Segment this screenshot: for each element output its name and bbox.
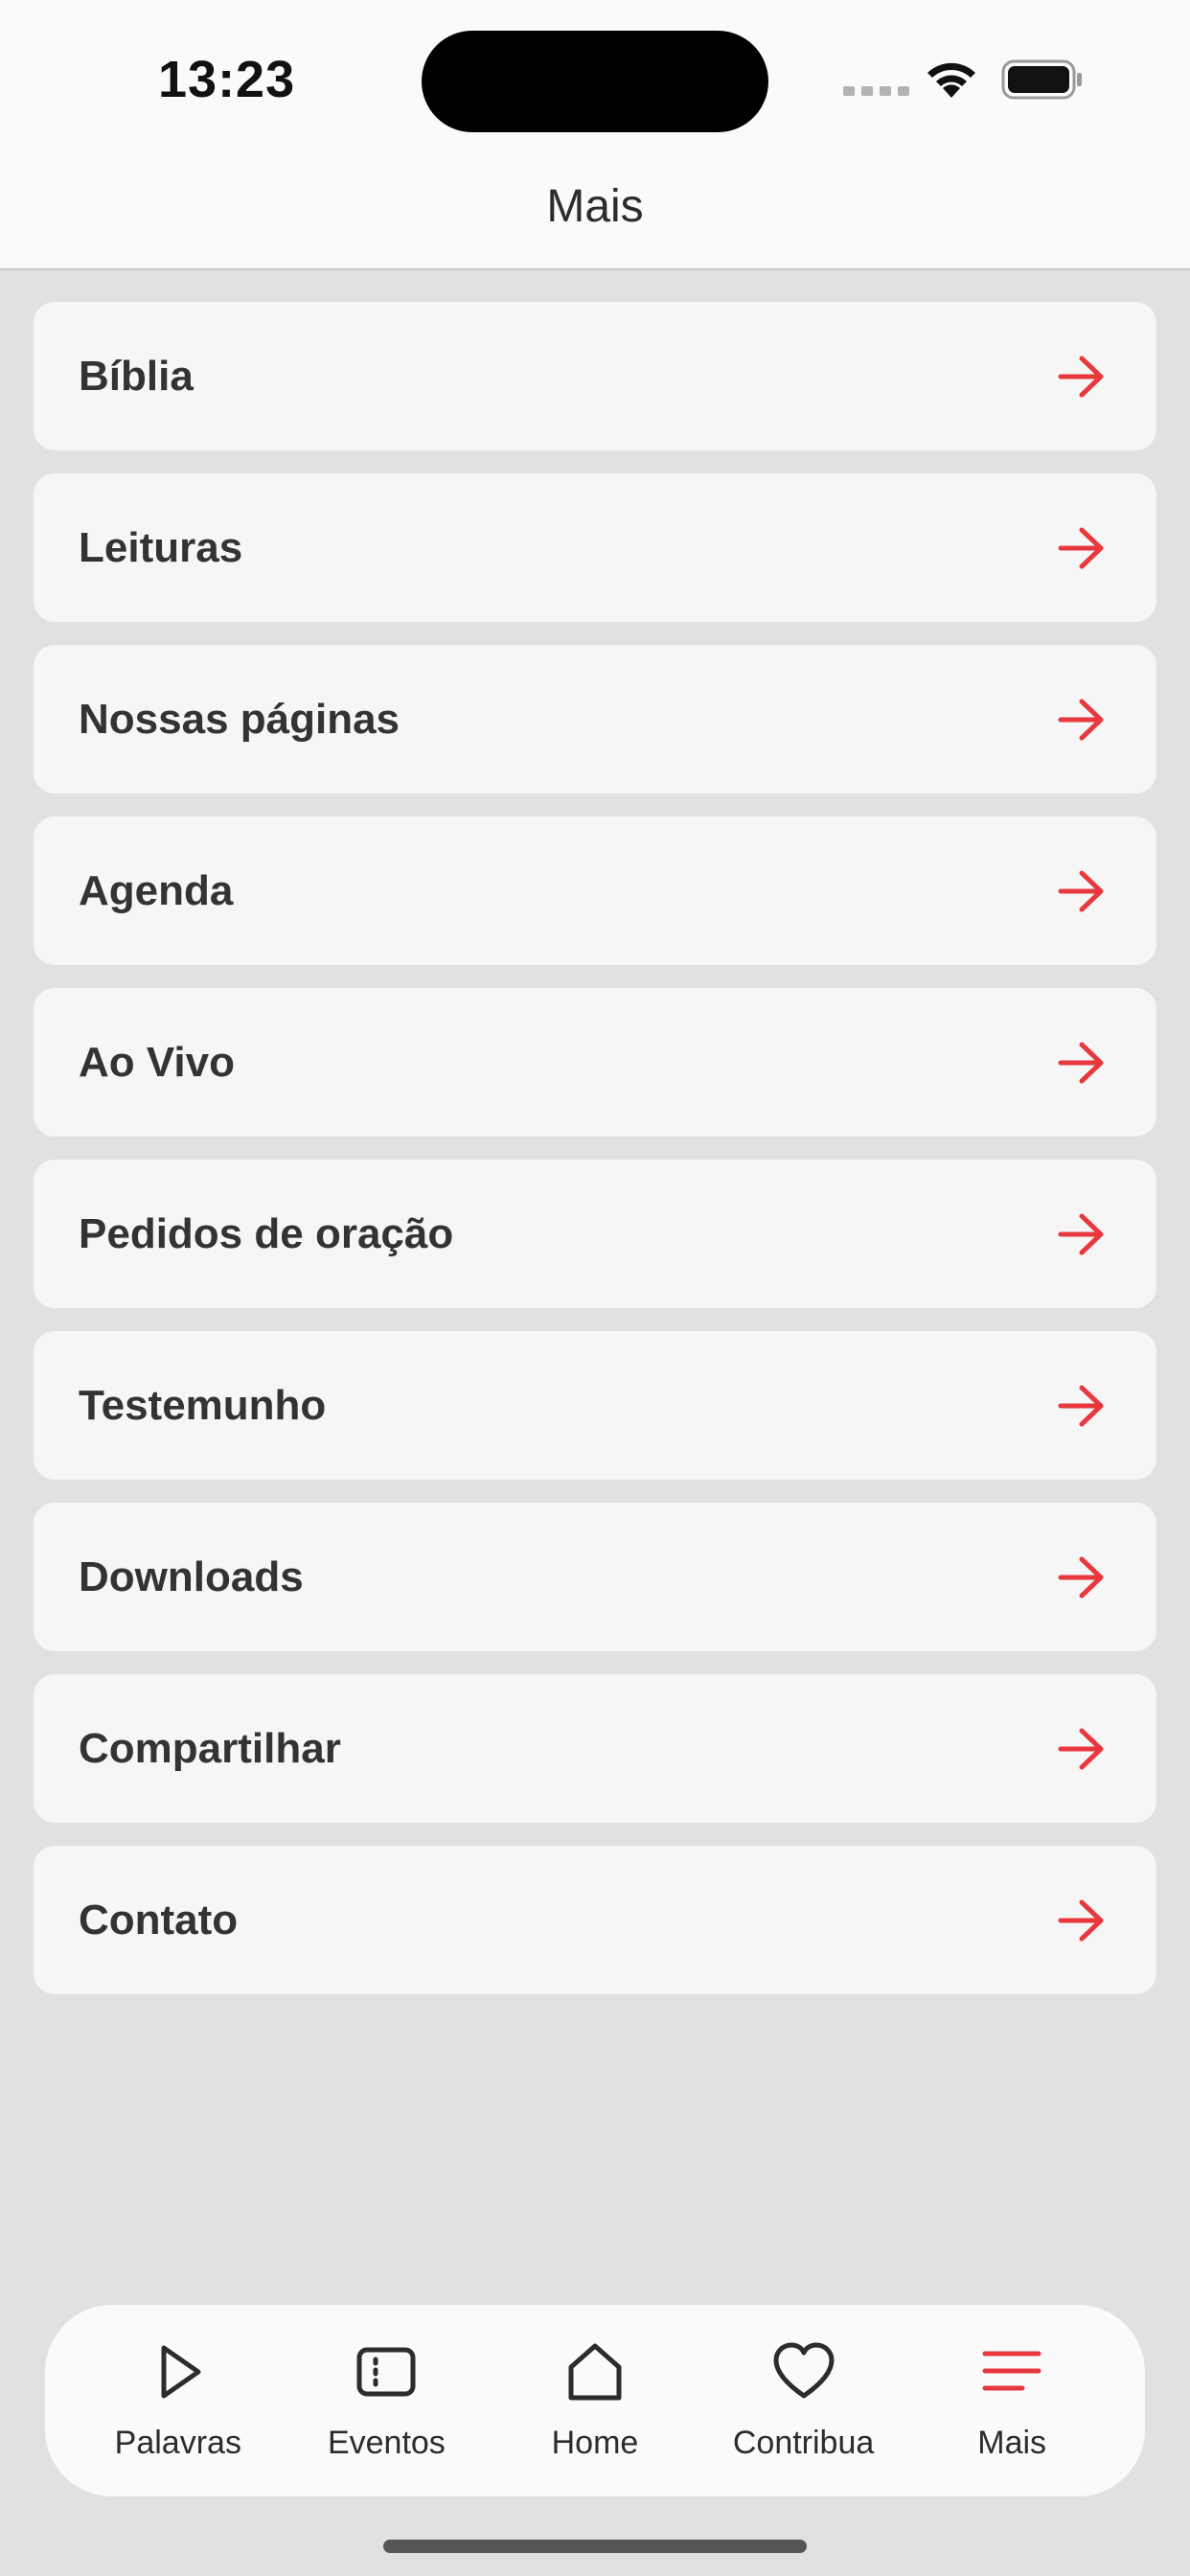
screen: 13:23 Mais Bíblia Leituras Nossas página… [0, 0, 1190, 2576]
menu-item-label: Agenda [79, 866, 234, 914]
tab-contribua[interactable]: Contribua [703, 2340, 904, 2462]
menu-item-label: Compartilhar [79, 1724, 341, 1772]
menu-item-nossas-paginas[interactable]: Nossas páginas [34, 645, 1156, 794]
arrow-right-icon [1058, 1556, 1104, 1598]
tab-home[interactable]: Home [494, 2340, 696, 2462]
menu-item-biblia[interactable]: Bíblia [34, 302, 1156, 450]
tab-mais[interactable]: Mais [911, 2340, 1112, 2462]
wifi-icon [927, 62, 975, 98]
menu-list: Bíblia Leituras Nossas páginas Agenda Ao… [34, 302, 1156, 2017]
menu-item-contato[interactable]: Contato [34, 1846, 1156, 1994]
status-time: 13:23 [158, 51, 296, 108]
arrow-right-icon [1058, 1213, 1104, 1254]
tab-label: Mais [977, 2424, 1047, 2461]
menu-item-pedidos-de-oracao[interactable]: Pedidos de oração [34, 1160, 1156, 1308]
arrow-right-icon [1058, 1385, 1104, 1426]
menu-item-label: Downloads [79, 1552, 304, 1600]
menu-item-compartilhar[interactable]: Compartilhar [34, 1674, 1156, 1823]
tab-label: Home [551, 2424, 639, 2461]
header: 13:23 Mais [0, 0, 1190, 270]
menu-item-downloads[interactable]: Downloads [34, 1503, 1156, 1651]
arrow-right-icon [1058, 1728, 1104, 1769]
dynamic-island [422, 31, 768, 132]
menu-item-label: Nossas páginas [79, 695, 400, 743]
tab-eventos[interactable]: Eventos [286, 2340, 487, 2462]
menu-item-label: Contato [79, 1896, 239, 1944]
ticket-icon [356, 2347, 416, 2396]
arrow-right-icon [1058, 870, 1104, 911]
page-title: Mais [546, 181, 644, 232]
menu-item-ao-vivo[interactable]: Ao Vivo [34, 988, 1156, 1137]
tab-palavras[interactable]: Palavras [78, 2340, 279, 2462]
heart-icon [773, 2342, 835, 2398]
menu-item-leituras[interactable]: Leituras [34, 473, 1156, 622]
home-icon [568, 2343, 622, 2400]
home-indicator [383, 2540, 807, 2553]
tab-label: Palavras [114, 2424, 241, 2461]
menu-item-label: Bíblia [79, 352, 194, 400]
menu-item-label: Ao Vivo [79, 1038, 236, 1086]
tab-bar: Palavras Eventos Home Contribua Mais [45, 2305, 1145, 2496]
play-icon [161, 2345, 201, 2398]
arrow-right-icon [1058, 356, 1104, 397]
arrow-right-icon [1058, 699, 1104, 740]
arrow-right-icon [1058, 1042, 1104, 1083]
menu-item-agenda[interactable]: Agenda [34, 816, 1156, 965]
battery-icon [1001, 59, 1082, 100]
cellular-signal-icon [843, 86, 909, 96]
menu-item-label: Testemunho [79, 1381, 327, 1429]
menu-item-label: Pedidos de oração [79, 1209, 454, 1257]
arrow-right-icon [1058, 1899, 1104, 1941]
menu-item-label: Leituras [79, 523, 243, 571]
menu-item-testemunho[interactable]: Testemunho [34, 1331, 1156, 1480]
menu-icon [982, 2351, 1041, 2390]
tab-label: Contribua [732, 2424, 875, 2461]
tab-label: Eventos [327, 2424, 446, 2461]
arrow-right-icon [1058, 527, 1104, 568]
